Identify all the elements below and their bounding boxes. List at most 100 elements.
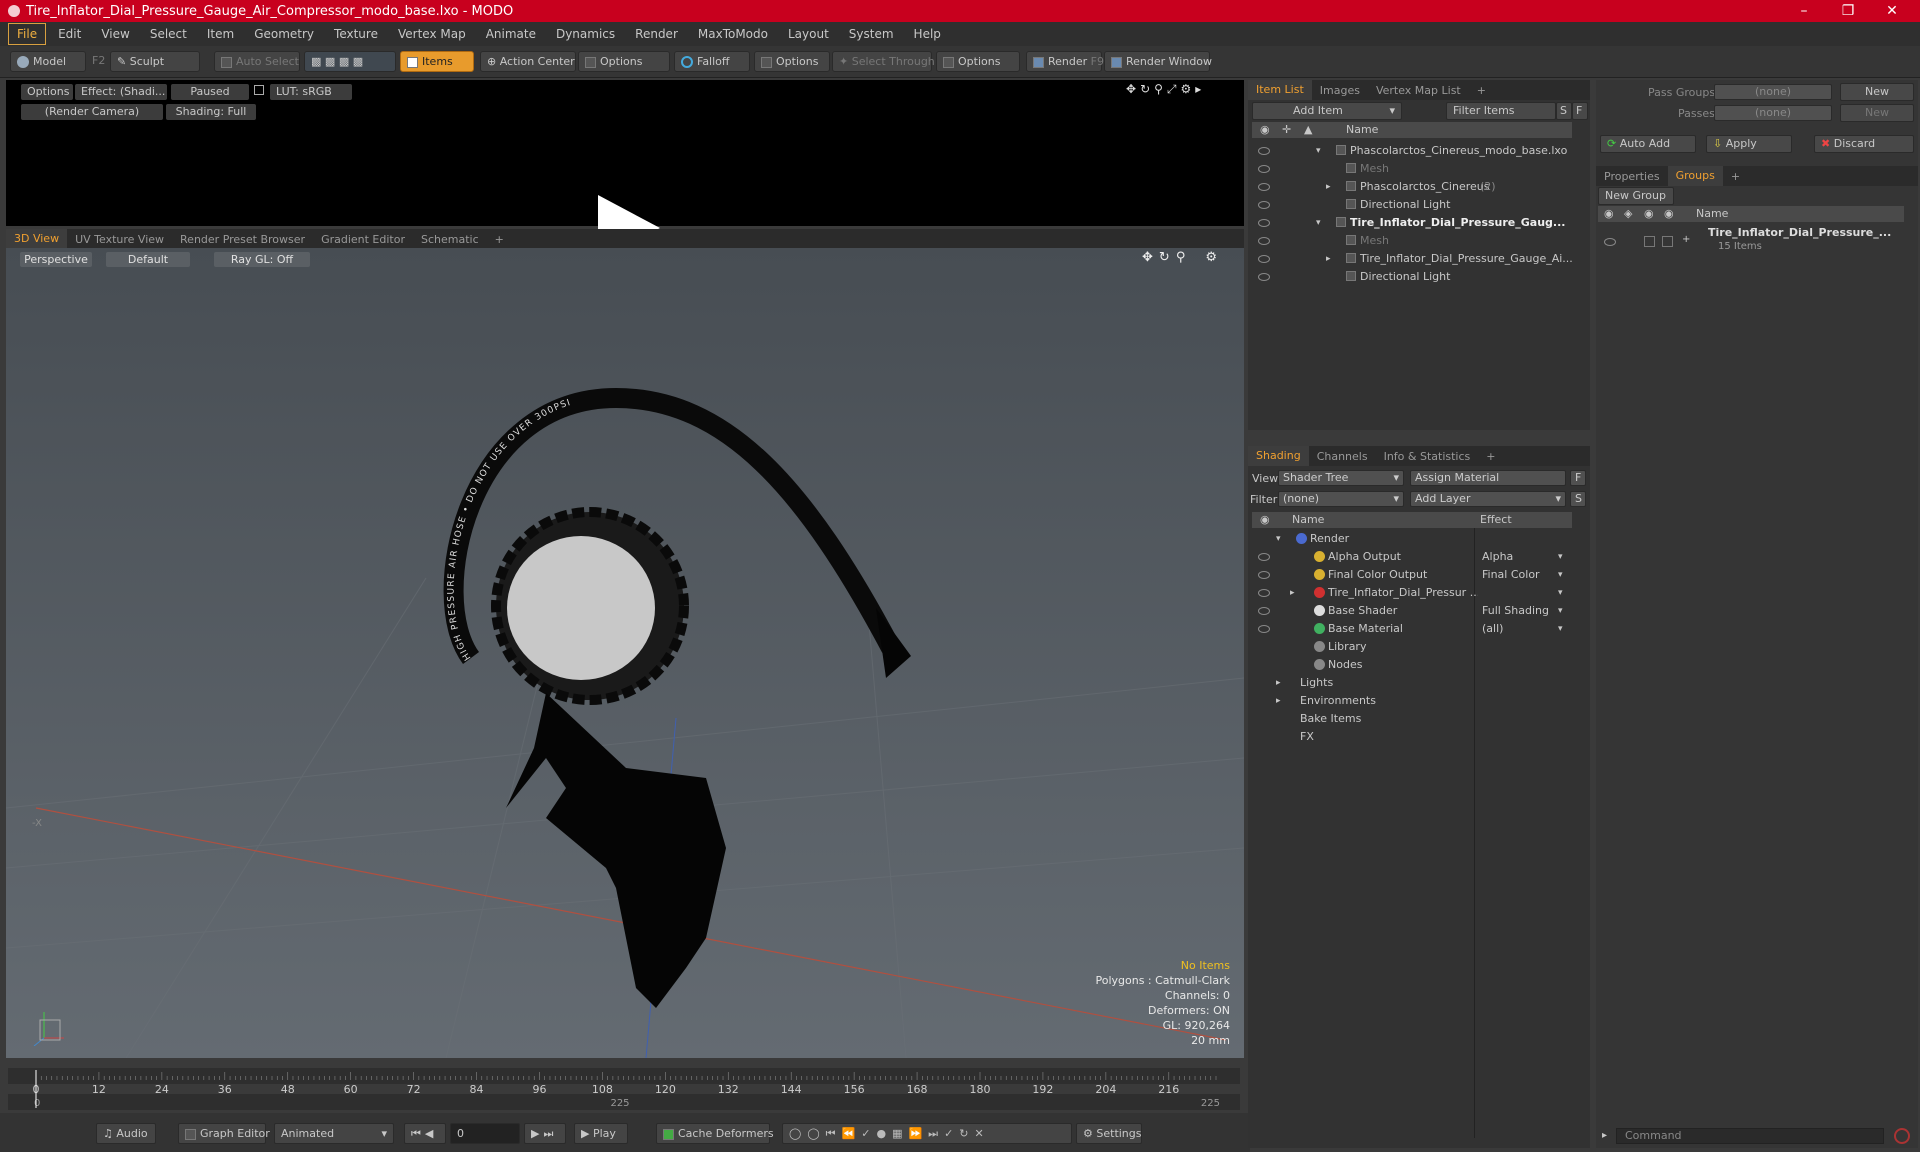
new-pass-group-button[interactable]: New <box>1840 83 1914 101</box>
tab-info-statistics[interactable]: Info & Statistics <box>1376 450 1479 463</box>
tab-channels[interactable]: Channels <box>1309 450 1376 463</box>
add-tab-icon[interactable]: + <box>1478 450 1503 463</box>
menu-system[interactable]: System <box>841 24 902 44</box>
assign-material-field[interactable]: Assign Material <box>1410 470 1566 486</box>
menu-item[interactable]: Item <box>199 24 242 44</box>
menu-view[interactable]: View <box>93 24 137 44</box>
shader-row[interactable]: Bake Items <box>1252 710 1572 728</box>
render-window-button[interactable]: Render Window <box>1104 51 1212 72</box>
expand-arrow-icon[interactable]: ▾ <box>1316 142 1321 160</box>
key-icon[interactable]: ↻ <box>959 1127 974 1140</box>
options-button-2[interactable]: Options <box>754 51 830 72</box>
step-back-icon[interactable]: ◀ <box>425 1127 437 1140</box>
key-icon[interactable]: ✓ <box>944 1127 959 1140</box>
tab-images[interactable]: Images <box>1312 84 1368 97</box>
auto-select-button[interactable]: Auto Select <box>214 51 300 72</box>
eye-icon[interactable] <box>1258 219 1270 227</box>
pass-groups-dropdown[interactable]: (none) <box>1714 84 1832 100</box>
minimize-icon[interactable]: – <box>1782 0 1826 22</box>
add-tab-icon[interactable]: + <box>487 233 512 246</box>
key-icon[interactable]: ◯ <box>789 1127 807 1140</box>
eye-icon[interactable] <box>1258 589 1270 597</box>
shader-effect-value[interactable]: Full Shading <box>1482 602 1549 620</box>
eye-icon[interactable] <box>1258 553 1270 561</box>
key-icon[interactable]: ✓ <box>861 1127 876 1140</box>
shader-effect-value[interactable]: (all) <box>1482 620 1503 638</box>
options-button-3[interactable]: Options <box>936 51 1020 72</box>
item-row[interactable]: Directional Light <box>1252 268 1572 286</box>
tab-schematic[interactable]: Schematic <box>413 233 487 246</box>
lock-icon[interactable] <box>254 85 264 95</box>
menu-help[interactable]: Help <box>906 24 949 44</box>
checkbox-icon[interactable] <box>1662 236 1673 247</box>
eye-icon[interactable] <box>1258 165 1270 173</box>
shader-row[interactable]: ▸ Tire_Inflator_Dial_Pressur ... ▾ <box>1252 584 1572 602</box>
apply-button[interactable]: ⇩ Apply <box>1706 135 1792 153</box>
tab-groups[interactable]: Groups <box>1667 166 1723 186</box>
shader-row[interactable]: Nodes <box>1252 656 1572 674</box>
arrow-right-icon[interactable]: ▸ <box>1195 82 1205 96</box>
eye-icon[interactable] <box>1258 625 1270 633</box>
filter-s-button[interactable]: S <box>1556 102 1572 120</box>
animated-dropdown[interactable]: Animated ▾ <box>274 1123 394 1144</box>
lut-dropdown[interactable]: LUT: sRGB <box>270 84 352 100</box>
checkbox-icon[interactable] <box>1644 236 1655 247</box>
new-group-button[interactable]: New Group <box>1598 187 1674 205</box>
group-item-row[interactable]: + Tire_Inflator_Dial_Pressure_... 15 Ite… <box>1598 226 1904 262</box>
tab-gradient-editor[interactable]: Gradient Editor <box>313 233 413 246</box>
move-icon[interactable]: ✥ <box>1126 82 1140 96</box>
eye-icon[interactable] <box>1258 201 1270 209</box>
menu-animate[interactable]: Animate <box>478 24 544 44</box>
add-layer-s-button[interactable]: S <box>1570 491 1586 507</box>
collapse-arrow-icon[interactable]: ▸ <box>1326 250 1331 268</box>
timeline[interactable]: 0 12 24 36 48 60 72 84 96 108 120 132 144 156 168 180 19… <box>8 1068 1240 1110</box>
chevron-down-icon[interactable]: ▾ <box>1558 584 1563 602</box>
add-layer-dropdown[interactable]: Add Layer ▾ <box>1410 491 1566 507</box>
render-options-button[interactable]: Options <box>21 84 73 100</box>
options-button-1[interactable]: Options <box>578 51 670 72</box>
item-row[interactable]: ▾ Tire_Inflator_Dial_Pressure_Gaug... <box>1252 214 1572 232</box>
eye-icon[interactable] <box>1258 571 1270 579</box>
render-camera-dropdown[interactable]: (Render Camera) <box>21 104 163 120</box>
shader-effect-value[interactable]: Alpha <box>1482 548 1513 566</box>
shader-row[interactable]: Base Shader Full Shading ▾ <box>1252 602 1572 620</box>
menu-texture[interactable]: Texture <box>326 24 386 44</box>
tab-vertex-map-list[interactable]: Vertex Map List <box>1368 84 1469 97</box>
item-row[interactable]: Mesh <box>1252 232 1572 250</box>
shader-row[interactable]: ▾ Render <box>1252 530 1572 548</box>
chevron-down-icon[interactable]: ▾ <box>1558 602 1563 620</box>
vertices-icon[interactable]: ▩ <box>311 55 321 68</box>
add-tab-icon[interactable]: + <box>1469 84 1494 97</box>
menu-layout[interactable]: Layout <box>780 24 837 44</box>
settings-button[interactable]: ⚙ Settings <box>1076 1123 1142 1144</box>
items-mode-button[interactable]: Items <box>400 51 474 72</box>
menu-vertex-map[interactable]: Vertex Map <box>390 24 474 44</box>
menu-select[interactable]: Select <box>142 24 195 44</box>
key-icon[interactable]: ⏮ <box>826 1127 842 1140</box>
polygons-icon[interactable]: ▩ <box>339 55 349 68</box>
model-button[interactable]: Model <box>10 51 86 72</box>
assign-f-button[interactable]: F <box>1570 470 1586 486</box>
expand-arrow-icon[interactable]: ▸ <box>1276 674 1281 692</box>
shader-row[interactable]: FX <box>1252 728 1572 746</box>
falloff-button[interactable]: Falloff <box>674 51 750 72</box>
item-row[interactable]: ▾ Phascolarctos_Cinereus_modo_base.lxo <box>1252 142 1572 160</box>
eye-icon[interactable] <box>1258 607 1270 615</box>
key-icon[interactable]: ⏪ <box>842 1127 862 1140</box>
command-input[interactable]: Command <box>1616 1128 1884 1144</box>
shader-row[interactable]: Final Color Output Final Color ▾ <box>1252 566 1572 584</box>
eye-icon[interactable] <box>1258 273 1270 281</box>
menu-file[interactable]: File <box>8 23 47 45</box>
prev-key-buttons[interactable]: ⏮◀ <box>404 1123 446 1144</box>
tab-properties[interactable]: Properties <box>1596 170 1668 183</box>
filter-items-field[interactable]: Filter Items <box>1446 102 1556 120</box>
gear-icon[interactable]: ⚙ <box>1181 82 1196 96</box>
expand-arrow-icon[interactable]: ▾ <box>1316 214 1321 232</box>
command-arrow-icon[interactable]: ▸ <box>1602 1130 1607 1141</box>
shader-row[interactable]: Base Material (all) ▾ <box>1252 620 1572 638</box>
new-pass-button[interactable]: New <box>1840 104 1914 122</box>
item-row[interactable]: Directional Light <box>1252 196 1572 214</box>
eye-icon[interactable] <box>1604 238 1616 246</box>
tab-uv-texture-view[interactable]: UV Texture View <box>67 233 172 246</box>
add-item-dropdown[interactable]: Add Item ▾ <box>1252 102 1402 120</box>
